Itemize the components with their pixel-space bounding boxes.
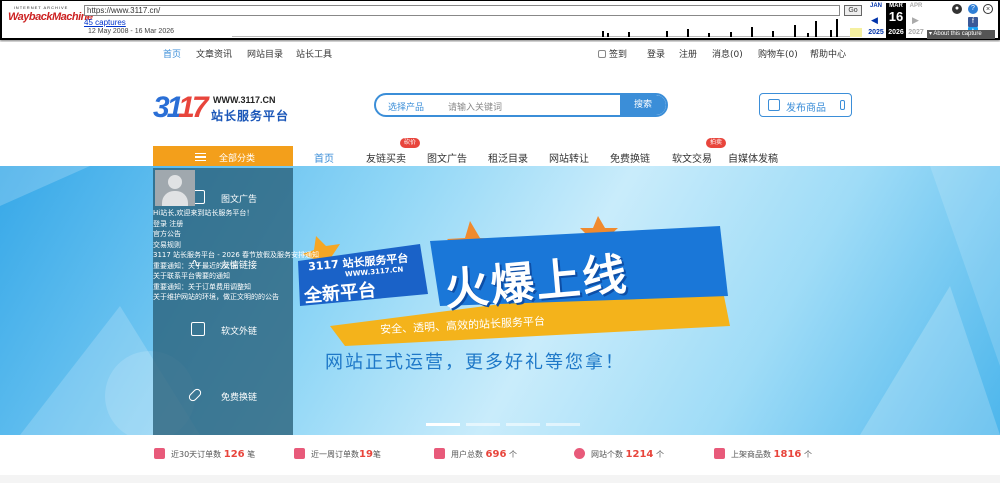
topnav-directory[interactable]: 网站目录 — [247, 47, 283, 60]
publish-icon — [768, 99, 780, 111]
search-category-select[interactable]: 选择产品 — [388, 100, 424, 113]
help-icon[interactable]: ? — [968, 4, 978, 14]
stats-bar: 近30天订单数 126 笔 近一周订单数19笔 用户总数 696 个 网站个数 … — [0, 435, 1000, 475]
calendar-icon — [294, 448, 305, 459]
stat-products: 上架商品数 1816 个 — [714, 448, 812, 460]
grid-icon — [574, 448, 585, 459]
topnav-tools[interactable]: 站长工具 — [296, 47, 332, 60]
banner-slogan: 网站正式运营，更多好礼等您拿！ — [325, 352, 625, 373]
close-icon[interactable]: × — [983, 4, 993, 14]
phone-icon — [840, 100, 845, 110]
search-bar: 选择产品 请输入关键词 搜索 — [374, 93, 668, 117]
hero-banner[interactable]: 3117 站长服务平台 WWW.3117.CN 全新平台 火爆上线 安全、透明、… — [0, 166, 1000, 435]
user-panel: Hi站长,欢迎来到站长服务平台！ 登录 注册 官方公告 交易规则 3117 站长… — [153, 168, 353, 318]
stat-users: 用户总数 696 个 — [434, 448, 517, 460]
stat-sites: 网站个数 1214 个 — [574, 448, 664, 460]
logo-title: 站长服务平台 — [211, 109, 290, 123]
news-item[interactable]: 重要通知：关于最近的公告 — [153, 261, 319, 272]
wayback-toolbar: INTERNET ARCHIVE WaybackMachine https://… — [0, 0, 1000, 40]
news-item[interactable]: 关于维护网站的环境，做正文明的的公告 — [153, 292, 319, 303]
topnav-cart[interactable]: 购物车(0) — [758, 47, 798, 60]
nav-site-transfer[interactable]: 网站转让 — [549, 150, 589, 165]
search-button[interactable]: 搜索 — [620, 95, 666, 115]
wayback-captures-link[interactable]: 45 captures — [84, 18, 126, 27]
slider-dot[interactable] — [426, 423, 460, 426]
stat-orders-30d: 近30天订单数 126 笔 — [154, 448, 255, 460]
nav-free-exchange[interactable]: 免费换链 — [610, 150, 650, 165]
stat-orders-7d: 近一周订单数19笔 — [294, 448, 381, 460]
search-input[interactable]: 请输入关键词 — [448, 100, 502, 113]
basket-icon — [714, 448, 725, 459]
wayback-next-month[interactable]: APR 2027 — [906, 3, 926, 36]
sidebar-item-free-exchange[interactable]: 免费换链 — [153, 366, 293, 432]
logo-number: 3117 — [153, 91, 209, 124]
wayback-current-day: 16 — [888, 9, 904, 24]
topnav-messages[interactable]: 消息(0) — [712, 47, 743, 60]
bargain-badge: 砍价 — [400, 138, 421, 148]
wayback-date-range: 12 May 2008 - 16 Mar 2026 — [88, 28, 174, 35]
chain-icon — [187, 387, 203, 403]
wayback-prev-month[interactable]: JAN 2025 — [866, 3, 886, 36]
topnav-help[interactable]: 帮助中心 — [810, 47, 846, 60]
user-icon[interactable]: ● — [952, 4, 962, 14]
news-item[interactable]: 3117 站长服务平台 - 2026 春节放假及服务安排通知 — [153, 250, 319, 261]
nav-media[interactable]: 自媒体发稿 — [728, 150, 778, 165]
wayback-go-button[interactable]: Go — [844, 5, 862, 16]
wayback-about-capture[interactable]: ▾ About this capture — [927, 30, 995, 39]
nav-directory[interactable]: 租泛目录 — [488, 150, 528, 165]
wayback-calendar: JAN 2025 ◀ MAR 16 2026 APR 2027 ▶ — [864, 3, 926, 39]
news-item[interactable]: 官方公告 — [153, 229, 319, 240]
slider-dot[interactable] — [546, 423, 580, 426]
wayback-current-month: MAR 16 2026 — [886, 3, 906, 39]
topnav-register[interactable]: 注册 — [679, 47, 697, 60]
order-icon — [154, 448, 165, 459]
logo-url: WWW.3117.CN — [213, 95, 276, 105]
welcome-text: Hi站长,欢迎来到站长服务平台！ — [153, 209, 254, 217]
wayback-logo[interactable]: INTERNET ARCHIVE WaybackMachine — [8, 5, 93, 35]
news-item[interactable]: 关于联系平台需要的通知 — [153, 271, 319, 282]
calendar-icon — [598, 50, 606, 58]
nav-link-trade[interactable]: 友链买卖 — [366, 150, 406, 165]
top-nav: 首页 文章资讯 网站目录 站长工具 签到 登录 注册 消息(0) 购物车(0) … — [0, 42, 1000, 64]
slider-dot[interactable] — [506, 423, 540, 426]
wayback-logo-main: WaybackMachine — [8, 11, 93, 23]
news-item[interactable]: 重要通知：关于订单费用调整知 — [153, 282, 319, 293]
topnav-login[interactable]: 登录 — [647, 47, 665, 60]
facebook-icon[interactable]: f — [968, 17, 978, 27]
publish-product-button[interactable]: 发布商品 — [759, 93, 852, 117]
nav-soft-article[interactable]: 软文交易 — [672, 150, 712, 165]
users-icon — [434, 448, 445, 459]
topnav-checkin[interactable]: 签到 — [598, 47, 627, 60]
topnav-articles[interactable]: 文章资讯 — [196, 47, 232, 60]
wayback-logo-top: INTERNET ARCHIVE — [13, 5, 69, 10]
site-logo[interactable]: 3117 WWW.3117.CN 站长服务平台 — [153, 91, 293, 127]
nav-home[interactable]: 首页 — [314, 150, 334, 165]
prev-arrow-icon[interactable]: ◀ — [871, 15, 878, 26]
wayback-capture-histogram[interactable] — [232, 17, 862, 37]
auction-badge: 拍卖 — [706, 138, 727, 148]
wayback-url-input[interactable]: https://www.3117.cn/ — [84, 5, 840, 16]
slider-dot[interactable] — [466, 423, 500, 426]
document-icon — [191, 322, 205, 336]
news-item[interactable]: 交易规则 — [153, 240, 319, 251]
login-register-links[interactable]: 登录 注册 — [153, 219, 319, 230]
nav-image-ads[interactable]: 图文广告 — [427, 150, 467, 165]
next-arrow-icon[interactable]: ▶ — [912, 15, 919, 26]
all-categories-button[interactable]: 全部分类 — [153, 146, 293, 168]
avatar — [155, 170, 195, 206]
topnav-home[interactable]: 首页 — [163, 47, 181, 60]
menu-icon — [195, 153, 206, 161]
